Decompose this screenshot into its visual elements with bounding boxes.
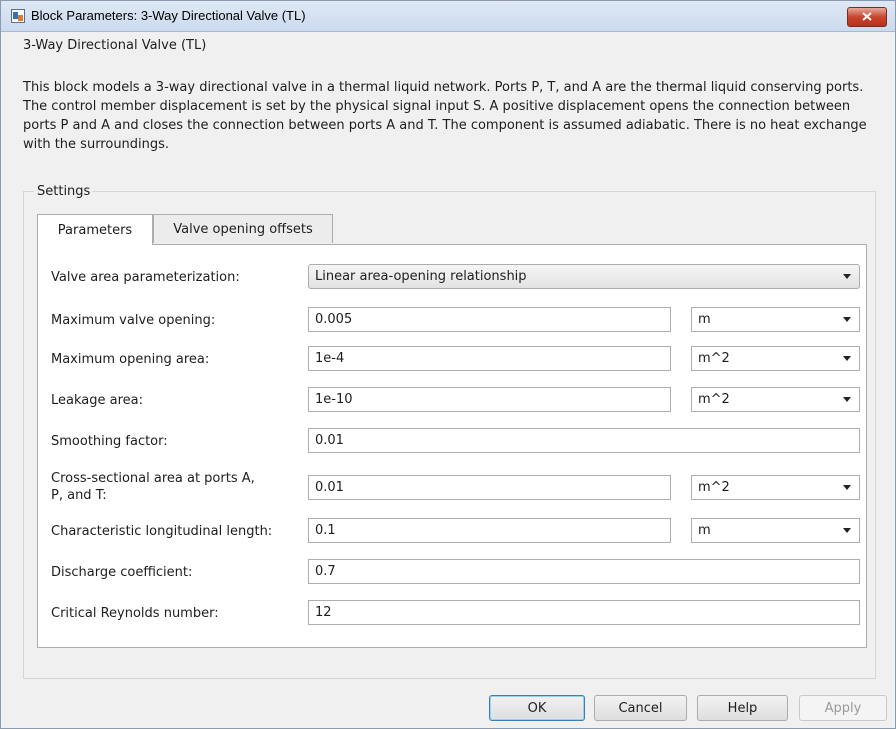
leak-area-unit: m^2 bbox=[698, 392, 730, 407]
cross-area-unit-dropdown[interactable]: m^2 bbox=[691, 475, 860, 500]
max-opening-field[interactable]: 0.005 bbox=[308, 307, 671, 332]
help-button[interactable]: Help bbox=[697, 695, 788, 721]
cross-area-label-line1: Cross-sectional area at ports A, bbox=[51, 471, 255, 486]
title-bar[interactable]: Block Parameters: 3-Way Directional Valv… bbox=[1, 1, 895, 32]
close-icon bbox=[862, 10, 872, 25]
settings-legend: Settings bbox=[37, 184, 91, 199]
cross-area-label-line2: P, and T: bbox=[51, 488, 107, 503]
chevron-down-icon bbox=[843, 317, 851, 322]
simulink-app-icon bbox=[11, 9, 25, 23]
reynolds-field[interactable]: 12 bbox=[308, 600, 860, 625]
apply-button[interactable]: Apply bbox=[799, 695, 887, 721]
reynolds-label: Critical Reynolds number: bbox=[51, 606, 219, 621]
char-length-label: Characteristic longitudinal length: bbox=[51, 524, 273, 539]
area-param-label: Valve area parameterization: bbox=[51, 270, 240, 285]
discharge-label: Discharge coefficient: bbox=[51, 565, 193, 580]
chevron-down-icon bbox=[843, 485, 851, 490]
char-length-field[interactable]: 0.1 bbox=[308, 518, 671, 543]
cross-area-unit: m^2 bbox=[698, 480, 730, 495]
cancel-button[interactable]: Cancel bbox=[594, 695, 687, 721]
max-opening-label: Maximum valve opening: bbox=[51, 313, 216, 328]
tab-valve-opening-offsets[interactable]: Valve opening offsets bbox=[153, 214, 333, 243]
dialog-window: Block Parameters: 3-Way Directional Valv… bbox=[0, 0, 896, 729]
max-opening-unit: m bbox=[698, 312, 711, 327]
smoothing-field[interactable]: 0.01 bbox=[308, 428, 860, 453]
max-area-label: Maximum opening area: bbox=[51, 352, 210, 367]
window-title: Block Parameters: 3-Way Directional Valv… bbox=[31, 8, 306, 23]
cross-area-label: Cross-sectional area at ports A, P, and … bbox=[51, 470, 255, 504]
max-opening-unit-dropdown[interactable]: m bbox=[691, 307, 860, 332]
leak-area-unit-dropdown[interactable]: m^2 bbox=[691, 387, 860, 412]
chevron-down-icon bbox=[843, 356, 851, 361]
char-length-unit: m bbox=[698, 523, 711, 538]
chevron-down-icon bbox=[843, 397, 851, 402]
area-param-value: Linear area-opening relationship bbox=[315, 269, 527, 284]
chevron-down-icon bbox=[843, 528, 851, 533]
block-name: 3-Way Directional Valve (TL) bbox=[23, 38, 207, 53]
leak-area-label: Leakage area: bbox=[51, 393, 143, 408]
max-area-unit: m^2 bbox=[698, 351, 730, 366]
max-area-field[interactable]: 1e-4 bbox=[308, 346, 671, 371]
smoothing-label: Smoothing factor: bbox=[51, 434, 168, 449]
char-length-unit-dropdown[interactable]: m bbox=[691, 518, 860, 543]
chevron-down-icon bbox=[843, 274, 851, 279]
block-description: This block models a 3-way directional va… bbox=[23, 80, 867, 152]
tab-parameters[interactable]: Parameters bbox=[37, 214, 153, 245]
cross-area-field[interactable]: 0.01 bbox=[308, 475, 671, 500]
ok-button[interactable]: OK bbox=[489, 695, 585, 721]
max-area-unit-dropdown[interactable]: m^2 bbox=[691, 346, 860, 371]
close-button[interactable] bbox=[847, 7, 887, 27]
discharge-field[interactable]: 0.7 bbox=[308, 559, 860, 584]
leak-area-field[interactable]: 1e-10 bbox=[308, 387, 671, 412]
area-param-dropdown[interactable]: Linear area-opening relationship bbox=[308, 264, 860, 289]
